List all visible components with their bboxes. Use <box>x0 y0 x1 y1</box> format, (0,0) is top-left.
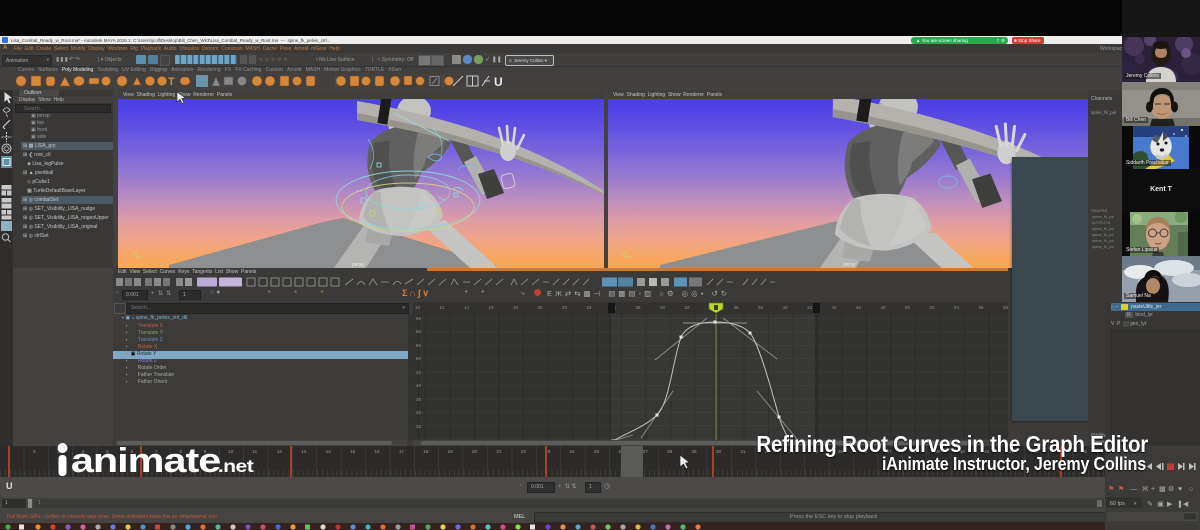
svg-text:65: 65 <box>416 316 422 321</box>
svg-text:▩: ▩ <box>1159 486 1166 493</box>
svg-text:⚙: ⚙ <box>1168 485 1174 493</box>
svg-text:⚑: ⚑ <box>1118 485 1124 493</box>
svg-text:—: — <box>1130 486 1137 493</box>
svg-text:▶: ▶ <box>1167 501 1173 508</box>
svg-text:25: 25 <box>416 424 422 429</box>
svg-text:.net: .net <box>218 456 254 476</box>
svg-text:U: U <box>494 75 503 89</box>
svg-text:55: 55 <box>416 343 422 348</box>
svg-text:45: 45 <box>416 370 422 375</box>
svg-text:❚◀: ❚◀ <box>1177 500 1189 508</box>
svg-text:✎: ✎ <box>1147 501 1153 508</box>
svg-text:30: 30 <box>416 410 422 415</box>
svg-text:▣: ▣ <box>1157 501 1164 508</box>
svg-text:60 fps: 60 fps <box>1110 501 1125 507</box>
svg-text:50: 50 <box>416 356 422 361</box>
svg-text:○: ○ <box>1189 486 1193 493</box>
svg-text:♥: ♥ <box>1178 486 1182 493</box>
svg-text:⚑: ⚑ <box>1108 485 1114 493</box>
svg-text:60: 60 <box>416 329 422 334</box>
svg-text:animate: animate <box>71 442 221 480</box>
svg-text:T: T <box>168 76 175 88</box>
svg-text:Ж: Ж <box>1142 486 1149 493</box>
svg-text:+: + <box>1151 486 1155 493</box>
svg-text:40: 40 <box>416 383 422 388</box>
svg-text:35: 35 <box>416 397 422 402</box>
